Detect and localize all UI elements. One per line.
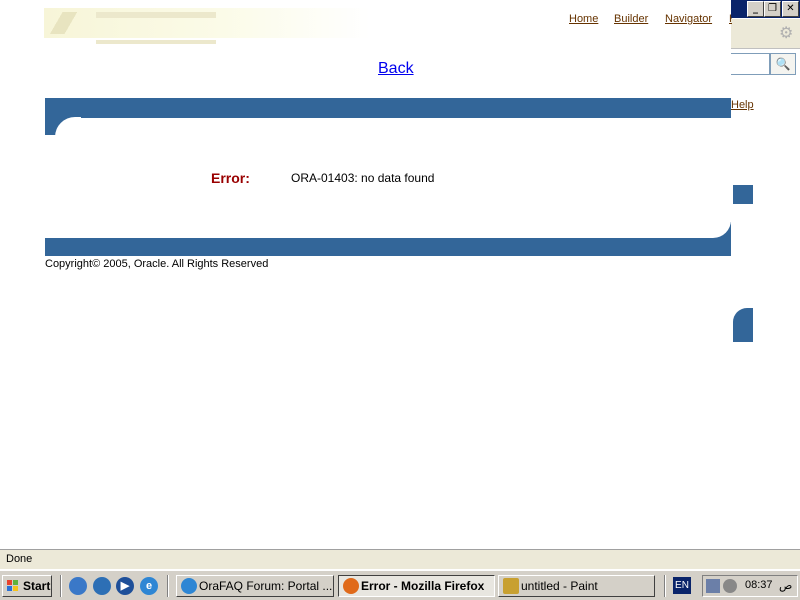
browser-status-bar: Done xyxy=(0,549,800,569)
help-link[interactable]: Help xyxy=(731,99,754,111)
nav-navigator-link[interactable]: Navigator xyxy=(665,13,712,25)
paint-icon xyxy=(503,578,519,594)
close-button[interactable]: ✕ xyxy=(782,1,799,17)
task-label: untitled - Paint xyxy=(521,579,598,593)
windows-logo-icon xyxy=(7,580,19,592)
copyright-text: Copyright© 2005, Oracle. All Rights Rese… xyxy=(45,258,269,270)
gear-icon[interactable]: ⚙ xyxy=(779,23,793,43)
error-top-band-curve xyxy=(45,117,81,143)
background-decor-block xyxy=(733,308,753,342)
nav-home-link[interactable]: Home xyxy=(569,13,598,25)
start-button[interactable]: Start xyxy=(2,575,52,597)
desktop-icon[interactable] xyxy=(69,577,87,595)
volume-icon[interactable] xyxy=(723,579,737,593)
taskbar: Start ▶ e OraFAQ Forum: Portal ... Error… xyxy=(0,570,800,600)
logo-mark xyxy=(96,12,216,44)
error-top-band xyxy=(45,98,731,118)
back-link[interactable]: Back xyxy=(378,60,414,78)
taskbar-separator xyxy=(664,575,666,597)
task-orafaq-forum[interactable]: OraFAQ Forum: Portal ... xyxy=(176,575,334,597)
search-icon[interactable]: 🔍 xyxy=(770,53,796,75)
ie-icon xyxy=(181,578,197,594)
task-paint[interactable]: untitled - Paint xyxy=(498,575,655,597)
background-search-input[interactable] xyxy=(731,53,770,75)
background-window: _ ❐ ✕ ⚙ 🔍 Help xyxy=(731,0,800,548)
start-label: Start xyxy=(23,579,51,593)
clock-ampm: ص xyxy=(779,580,793,592)
language-indicator[interactable]: EN xyxy=(673,577,691,594)
task-label: OraFAQ Forum: Portal ... xyxy=(199,579,333,593)
background-toolbar: ⚙ xyxy=(731,19,800,49)
media-player-icon[interactable]: ▶ xyxy=(116,577,134,595)
system-tray: 08:37 ص xyxy=(702,575,798,597)
taskbar-separator xyxy=(60,575,62,597)
logo-mark xyxy=(48,12,84,34)
nav-builder-link[interactable]: Builder xyxy=(614,13,648,25)
minimize-button[interactable]: _ xyxy=(747,1,764,17)
clock[interactable]: 08:37 xyxy=(745,579,773,591)
firefox-icon xyxy=(343,578,359,594)
network-icon[interactable] xyxy=(706,579,720,593)
background-window-titlebar[interactable]: _ ❐ ✕ xyxy=(731,0,800,18)
error-bottom-band xyxy=(45,238,731,256)
task-label: Error - Mozilla Firefox xyxy=(361,579,485,593)
nav-help-link[interactable]: H xyxy=(729,13,732,25)
maximize-button[interactable]: ❐ xyxy=(764,1,781,17)
error-label: Error: xyxy=(211,170,250,186)
outlook-icon[interactable] xyxy=(93,577,111,595)
ie-icon[interactable]: e xyxy=(140,577,158,595)
error-message: ORA-01403: no data found xyxy=(291,171,435,185)
status-text: Done xyxy=(6,553,33,565)
portal-logo xyxy=(44,8,370,44)
task-firefox-error[interactable]: Error - Mozilla Firefox xyxy=(338,575,495,597)
taskbar-separator xyxy=(167,575,169,597)
background-decor-block xyxy=(733,185,753,204)
